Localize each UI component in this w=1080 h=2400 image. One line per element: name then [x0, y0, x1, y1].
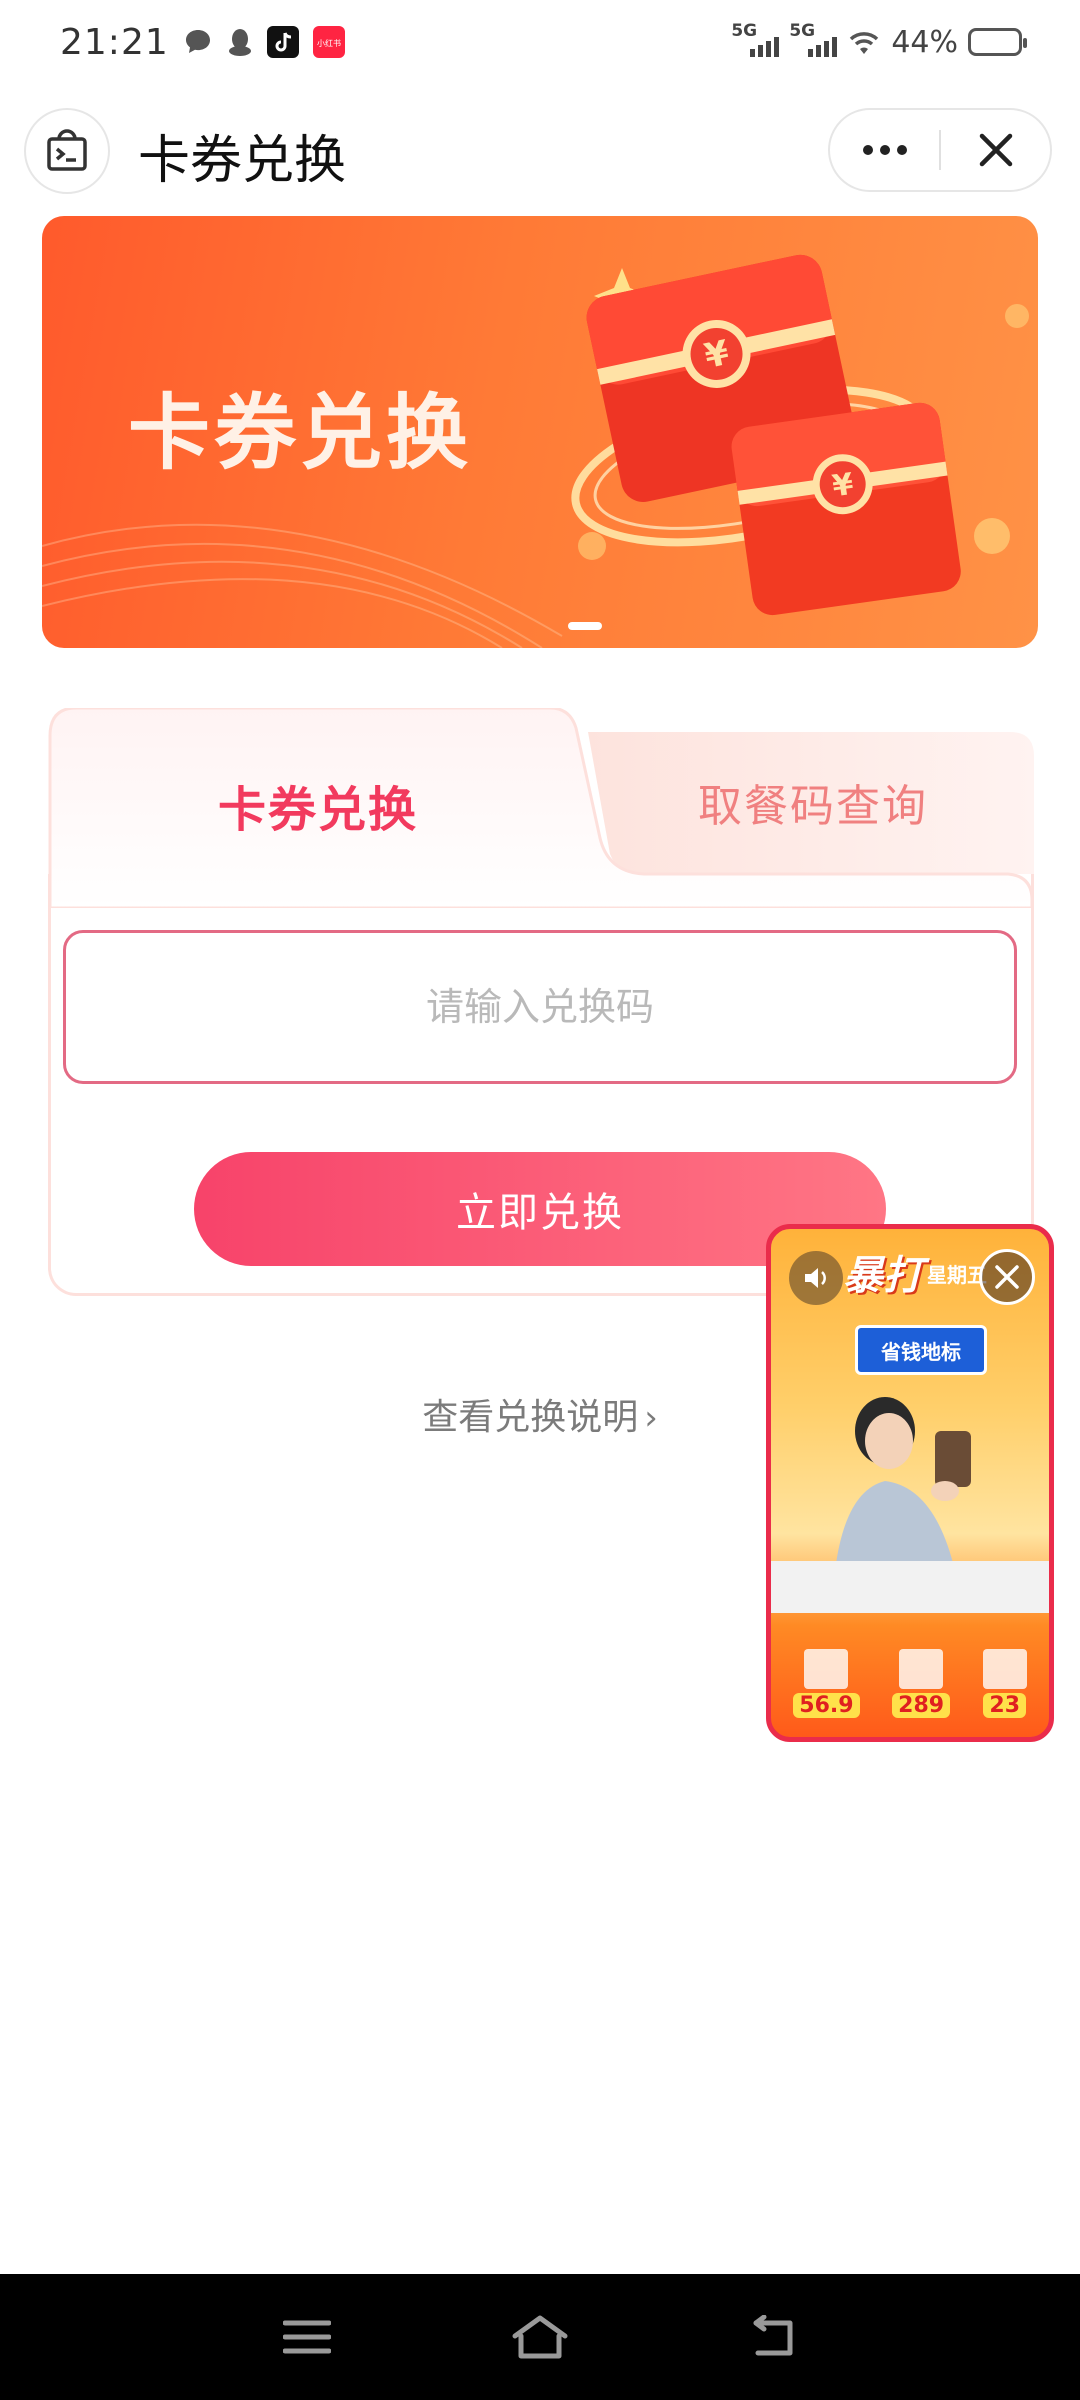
battery-percent: 44% — [891, 24, 958, 60]
menu-icon — [282, 2320, 331, 2354]
price-value: 56.9 — [793, 1692, 860, 1718]
tab-card-redeem[interactable]: 卡券兑换 — [48, 770, 588, 840]
host-person-image — [835, 1397, 971, 1571]
page-title: 卡券兑换 — [138, 131, 347, 191]
carousel-indicator — [568, 622, 602, 630]
xiaohongshu-icon-label: 小红书 — [317, 38, 341, 48]
back-button[interactable] — [733, 2297, 813, 2377]
signal-icon: 5G — [789, 21, 838, 59]
system-nav-bar — [0, 2274, 1080, 2400]
status-left: 21:21 小红书 — [60, 22, 345, 63]
floating-live-video[interactable]: 暴打 星期五 省钱地标 56.9 289 23 — [766, 1224, 1054, 1742]
chevron-right-icon: › — [644, 1398, 658, 1438]
price-item: 23 — [982, 1648, 1027, 1718]
status-right: 5G 5G 44% — [731, 21, 1027, 60]
chat-bubble-icon — [183, 27, 213, 57]
coin-icon — [578, 532, 606, 560]
red-envelope-icon: ¥ — [731, 402, 961, 616]
close-button[interactable] — [941, 110, 1050, 190]
instructions-label: 查看兑换说明 — [422, 1397, 639, 1438]
live-table — [771, 1561, 1049, 1613]
more-button[interactable] — [830, 110, 939, 190]
live-title: 暴打 — [843, 1253, 923, 1299]
banner-title: 卡券兑换 — [128, 386, 473, 481]
menu-button[interactable] — [267, 2297, 347, 2377]
back-icon — [753, 2315, 793, 2356]
price-value: 23 — [983, 1692, 1027, 1718]
more-dots-icon — [862, 145, 907, 155]
promo-banner[interactable]: ¥ ¥ 卡券兑换 — [42, 216, 1038, 648]
xiaohongshu-icon: 小红书 — [312, 26, 345, 58]
signal-icon: 5G — [731, 21, 780, 59]
live-close-button[interactable] — [979, 1249, 1035, 1305]
coin-icon — [1005, 304, 1029, 328]
close-icon — [979, 133, 1012, 167]
battery-icon — [968, 28, 1027, 56]
live-price-strip: 56.9 289 23 — [771, 1629, 1049, 1737]
price-item: 289 — [892, 1648, 951, 1718]
status-bar: 21:21 小红书 5G 5G 44% — [0, 0, 1080, 84]
qq-penguin-icon — [227, 27, 253, 57]
sound-button[interactable] — [789, 1251, 843, 1305]
status-time: 21:21 — [60, 21, 169, 63]
close-icon — [995, 1265, 1019, 1289]
tab-pickup-code-query[interactable]: 取餐码查询 — [608, 770, 1018, 834]
price-item: 56.9 — [793, 1648, 860, 1718]
coin-icon — [974, 518, 1010, 554]
redeem-panel: 卡券兑换 取餐码查询 立即兑换 — [48, 708, 1034, 1296]
header: 卡券兑换 — [0, 108, 1080, 196]
douyin-icon — [266, 26, 299, 58]
price-value: 289 — [892, 1692, 951, 1718]
mini-program-capsule — [828, 108, 1052, 192]
speaker-icon — [805, 1268, 826, 1288]
live-subtitle: 星期五 — [927, 1263, 987, 1287]
redeem-code-input[interactable] — [63, 930, 1017, 1084]
app-logo-icon[interactable] — [24, 108, 110, 194]
live-tag: 省钱地标 — [855, 1325, 987, 1375]
home-icon — [512, 2315, 568, 2359]
wifi-icon — [847, 28, 881, 56]
home-button[interactable] — [500, 2297, 580, 2377]
